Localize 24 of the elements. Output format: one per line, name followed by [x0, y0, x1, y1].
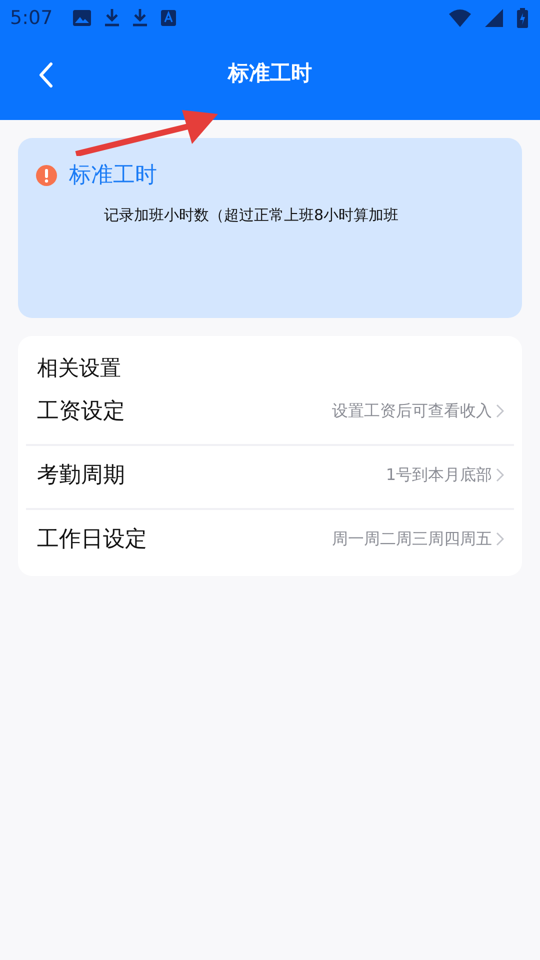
status-time: 5:07	[10, 7, 53, 29]
settings-row[interactable]: 工资设定 设置工资后可查看收入	[26, 378, 514, 446]
card-description: 记录加班小时数（超过正常上班8小时算加班	[103, 206, 400, 225]
signal-icon	[485, 9, 503, 27]
chevron-icon	[496, 468, 504, 482]
wifi-icon	[449, 9, 471, 27]
chevron-icon	[496, 404, 504, 418]
settings-row[interactable]: 考勤周期 1号到本月底部	[26, 442, 514, 510]
download-icon	[132, 9, 147, 27]
row-value: 周一周二周三周四周五	[332, 528, 492, 550]
card-title: 标准工时	[69, 162, 157, 190]
back-icon[interactable]	[38, 62, 54, 88]
app-icon	[160, 10, 176, 26]
row-value: 1号到本月底部	[386, 464, 492, 486]
chevron-icon	[496, 532, 504, 546]
image-icon	[72, 10, 91, 26]
row-label: 考勤周期	[37, 462, 126, 490]
row-label: 工作日设定	[37, 526, 148, 554]
download-icon	[104, 9, 119, 27]
row-label: 工资设定	[37, 398, 126, 426]
alert-icon	[36, 164, 57, 186]
page-title: 标准工时	[228, 60, 312, 87]
row-value: 设置工资后可查看收入	[332, 400, 492, 422]
battery-icon	[517, 8, 528, 28]
